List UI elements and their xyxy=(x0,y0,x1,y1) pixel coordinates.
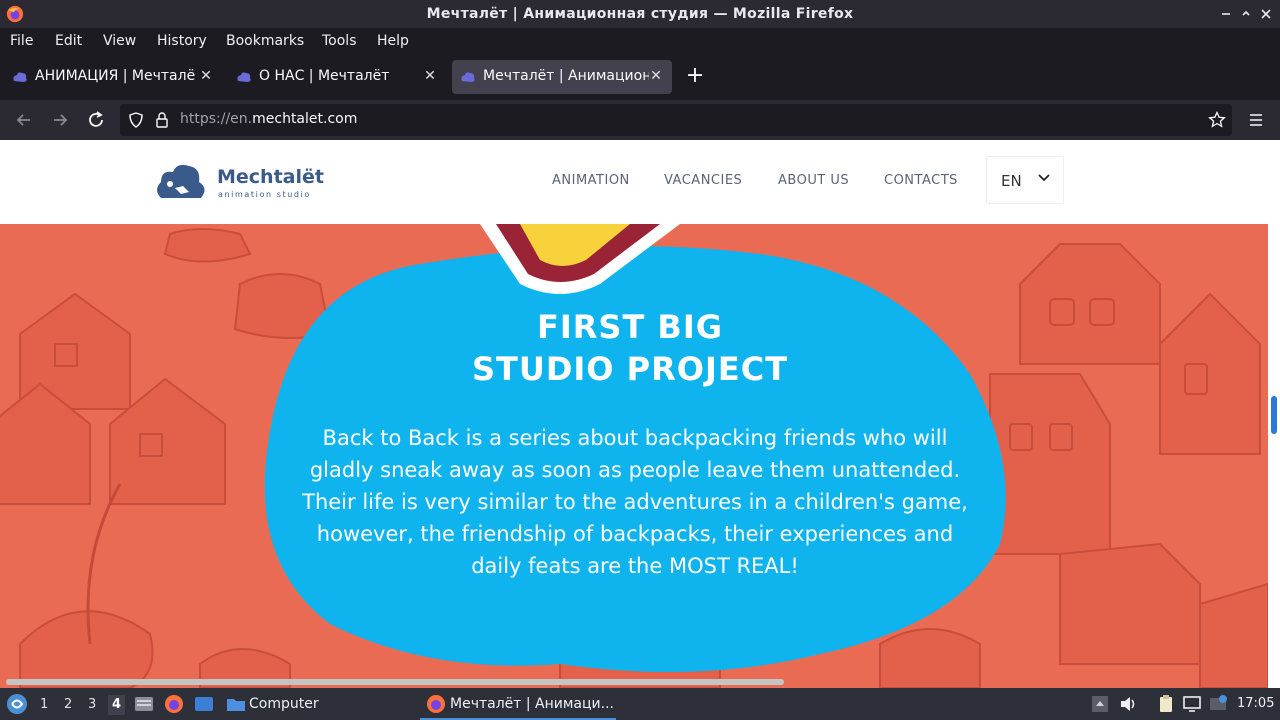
menu-bar: File Edit View History Bookmarks Tools H… xyxy=(0,28,1280,54)
tab-label: АНИМАЦИЯ | Мечталёт xyxy=(35,68,195,84)
url-bar[interactable]: https://en.mechtalet.com xyxy=(120,104,1232,136)
back-arrow-icon[interactable] xyxy=(12,108,36,132)
workspace-4[interactable]: 4 xyxy=(108,695,126,715)
file-manager-icon[interactable] xyxy=(134,694,154,714)
menu-edit[interactable]: Edit xyxy=(55,33,82,49)
horizontal-scrollbar[interactable] xyxy=(0,676,1268,688)
menu-bookmarks[interactable]: Bookmarks xyxy=(226,33,304,49)
cloud-logo-icon xyxy=(157,164,205,198)
maximize-icon xyxy=(1242,10,1250,17)
chevron-down-icon xyxy=(1038,174,1050,182)
site-favicon-icon xyxy=(461,72,475,82)
navigation-bar: https://en.mechtalet.com xyxy=(0,100,1280,140)
firefox-launcher-icon[interactable] xyxy=(164,694,184,714)
workspace-3[interactable]: 3 xyxy=(88,697,96,712)
scrollbar-thumb[interactable] xyxy=(6,679,784,685)
volume-icon[interactable] xyxy=(1118,694,1138,714)
nav-animation[interactable]: ANIMATION xyxy=(552,173,630,188)
folder-icon[interactable] xyxy=(226,694,246,714)
minimize-icon xyxy=(1222,13,1230,15)
tray-arrow-icon[interactable] xyxy=(1090,694,1110,714)
notification-icon[interactable] xyxy=(1208,694,1228,714)
menu-tools[interactable]: Tools xyxy=(322,33,357,49)
language-select[interactable]: EN xyxy=(986,156,1064,204)
hero-title: FIRST BIG STUDIO PROJECT xyxy=(440,306,820,390)
display-icon[interactable] xyxy=(1182,694,1202,714)
site-favicon-icon xyxy=(237,72,251,82)
url-text: https://en.mechtalet.com xyxy=(180,111,358,127)
clock: 17:05 xyxy=(1237,696,1275,711)
logo-name: Mechtalët xyxy=(217,166,324,188)
taskbar-task-label: Мечталёт | Анимаци... xyxy=(450,696,614,712)
reload-icon[interactable] xyxy=(84,108,108,132)
minimize-button[interactable] xyxy=(1218,6,1234,22)
hero-title-line1: FIRST BIG xyxy=(537,308,723,346)
tab-close-icon[interactable]: ✕ xyxy=(420,66,440,86)
hero-title-line2: STUDIO PROJECT xyxy=(471,350,789,388)
nav-about-us[interactable]: ABOUT US xyxy=(778,173,849,188)
taskbar-firefox-task[interactable]: Мечталёт | Анимаци... xyxy=(420,688,616,720)
terminal-icon[interactable] xyxy=(194,694,214,714)
window-title: Мечталёт | Анимационная студия — Mozilla… xyxy=(426,6,854,22)
nav-vacancies[interactable]: VACANCIES xyxy=(664,173,742,188)
new-tab-button[interactable]: + xyxy=(684,65,706,88)
page-viewport: FIRST BIG STUDIO PROJECT Back to Back is… xyxy=(0,140,1268,688)
bookmark-star-icon[interactable] xyxy=(1208,111,1226,129)
tab-label: О НАС | Мечталёт xyxy=(259,68,390,84)
forward-arrow-icon[interactable] xyxy=(48,108,72,132)
maximize-button[interactable] xyxy=(1238,6,1254,22)
menu-file[interactable]: File xyxy=(10,33,33,49)
tab-strip: АНИМАЦИЯ | Мечталёт ✕ О НАС | Мечталёт ✕… xyxy=(0,54,1280,100)
close-window-button[interactable] xyxy=(1258,6,1274,22)
clipboard-icon[interactable] xyxy=(1156,694,1176,714)
tab-home[interactable]: Мечталёт | Анимационная ✕ xyxy=(452,60,672,94)
close-icon xyxy=(1261,9,1271,19)
site-header: Mechtalët animation studio ANIMATION VAC… xyxy=(0,140,1268,224)
vertical-scrollbar[interactable] xyxy=(1268,140,1280,688)
shield-icon[interactable] xyxy=(128,112,144,128)
tab-animation[interactable]: АНИМАЦИЯ | Мечталёт ✕ xyxy=(4,60,222,94)
menu-history[interactable]: History xyxy=(157,33,207,49)
tab-close-icon[interactable]: ✕ xyxy=(196,66,216,86)
taskbar-computer-label[interactable]: Computer xyxy=(249,696,319,712)
tab-about[interactable]: О НАС | Мечталёт ✕ xyxy=(228,60,446,94)
taskbar: 1 2 3 4 Computer Мечталёт | Анимаци... 1… xyxy=(0,688,1280,720)
hamburger-menu-icon[interactable] xyxy=(1244,108,1268,132)
firefox-icon xyxy=(427,695,445,713)
scrollbar-thumb[interactable] xyxy=(1271,396,1277,434)
language-value: EN xyxy=(1001,172,1022,190)
workspace-2[interactable]: 2 xyxy=(64,697,72,712)
window-titlebar: Мечталёт | Анимационная студия — Mozilla… xyxy=(0,0,1280,28)
lock-icon[interactable] xyxy=(154,111,170,129)
tab-label: Мечталёт | Анимационная xyxy=(483,68,649,84)
logo-tagline: animation studio xyxy=(218,190,311,199)
workspace-1[interactable]: 1 xyxy=(40,697,48,712)
start-menu-icon[interactable] xyxy=(6,693,28,715)
site-favicon-icon xyxy=(13,72,27,82)
menu-help[interactable]: Help xyxy=(377,33,409,49)
hero-description: Back to Back is a series about backpacki… xyxy=(302,426,968,578)
menu-view[interactable]: View xyxy=(103,33,136,49)
nav-contacts[interactable]: CONTACTS xyxy=(884,173,958,188)
site-logo[interactable]: Mechtalët animation studio xyxy=(155,162,325,206)
hero-section: FIRST BIG STUDIO PROJECT Back to Back is… xyxy=(0,224,1268,688)
tab-close-icon[interactable]: ✕ xyxy=(646,66,666,86)
